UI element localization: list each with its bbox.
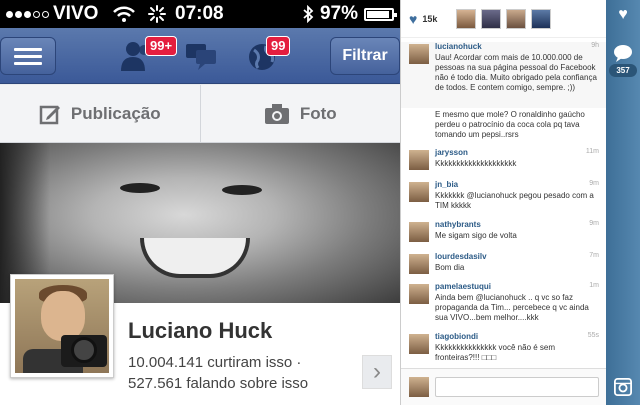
comment-avatar[interactable] xyxy=(409,334,429,354)
profile-stats: 10.004.141 curtiram isso · 527.561 falan… xyxy=(128,352,308,394)
instagram-icon[interactable] xyxy=(613,378,633,396)
wifi-icon xyxy=(113,6,136,22)
photo-button[interactable]: Foto xyxy=(199,85,401,142)
comment-item: pamelaestuqui 1m Ainda bem @lucianohuck … xyxy=(401,282,607,330)
comment-time: 9m xyxy=(589,180,599,187)
comment-user[interactable]: pamelaestuqui xyxy=(435,282,491,291)
comment-avatar[interactable] xyxy=(409,150,429,170)
battery-area: 97% xyxy=(302,3,397,25)
comment-text: Kkkkkkkkkkkkkkk você não é sem fronteira… xyxy=(435,343,556,362)
comment-text: Bom dia xyxy=(435,263,465,272)
facebook-navbar: 99+ 99 Filtrar xyxy=(0,28,400,84)
battery-percent: 97% xyxy=(319,3,358,24)
publish-button[interactable]: Publicação xyxy=(0,85,200,142)
comment-input[interactable] xyxy=(435,377,599,397)
comment-user[interactable]: nathybrants xyxy=(435,220,481,229)
comment-user[interactable]: tiagobiondi xyxy=(435,332,478,341)
liker-avatar[interactable] xyxy=(456,8,477,29)
comment-text: Me sigam sigo de volta xyxy=(435,231,517,240)
comment-time: 9m xyxy=(589,220,599,227)
comment-user[interactable]: lourdesdasilv xyxy=(435,252,487,261)
comment-composer xyxy=(401,368,607,405)
likes-count: 10.004.141 curtiram isso · xyxy=(128,354,302,371)
side-strip: ♥ 357 xyxy=(606,0,640,405)
comment-avatar[interactable] xyxy=(409,182,429,202)
friend-requests-badge: 99+ xyxy=(145,36,178,56)
liker-avatar[interactable] xyxy=(481,8,502,29)
comment-avatar[interactable] xyxy=(409,254,429,274)
comments-list: lucianohuck 9h Uau! Acordar com mais de … xyxy=(401,40,607,368)
facebook-screen: VIVO 07:08 97% 99+ 99 Filtrar Publicação… xyxy=(0,0,400,405)
camera-icon xyxy=(264,103,289,124)
bluetooth-icon xyxy=(303,5,314,23)
comment-item: lourdesdasilv 7m Bom dia xyxy=(401,252,607,282)
comment-text: Uau! Acordar com mais de 10.000.000 de p… xyxy=(435,53,597,92)
comment-avatar[interactable] xyxy=(409,44,429,64)
comment-item: nathybrants 9m Me sigam sigo de volta xyxy=(401,220,607,250)
filter-button[interactable]: Filtrar xyxy=(330,37,400,75)
liker-avatar[interactable] xyxy=(506,8,527,29)
comment-time: 9h xyxy=(591,42,599,49)
menu-button[interactable] xyxy=(0,37,56,75)
messages-icon[interactable] xyxy=(184,40,218,72)
comment-text: Kkkkkkk @lucianohuck pegou pesado com a … xyxy=(435,191,594,210)
action-bar: Publicação Foto xyxy=(0,85,400,143)
notifications-badge: 99 xyxy=(266,36,291,56)
talking-count: 527.561 falando sobre isso xyxy=(128,375,309,392)
comment-item: jn_bia 9m Kkkkkkk @lucianohuck pegou pes… xyxy=(401,180,607,218)
profile-picture[interactable] xyxy=(10,274,114,378)
comment-user[interactable]: lucianohuck xyxy=(435,42,482,51)
signal-icon xyxy=(6,10,49,18)
profile-name: Luciano Huck xyxy=(128,318,273,343)
own-avatar xyxy=(409,377,429,397)
carrier-name: VIVO xyxy=(53,3,99,24)
heart-icon[interactable]: ♥ xyxy=(613,6,633,24)
heart-icon[interactable]: ♥ xyxy=(409,11,417,27)
comment-user[interactable]: jn_bia xyxy=(435,180,458,189)
comment-time: 55s xyxy=(587,332,599,339)
comment-avatar[interactable] xyxy=(409,284,429,304)
comments-count-badge: 357 xyxy=(609,64,637,77)
carrier: VIVO xyxy=(6,3,167,25)
battery-icon xyxy=(364,7,397,21)
comment-time: 1m xyxy=(589,282,599,289)
comment-item: jarysson 11m Kkkkkkkkkkkkkkkkkkkk xyxy=(401,148,607,178)
comment-item: tiagobiondi 55s Kkkkkkkkkkkkkkk você não… xyxy=(401,332,607,368)
comment-item: E mesmo que mole? O ronaldinho gaúcho pe… xyxy=(401,106,607,142)
comment-time: 11m xyxy=(585,148,599,155)
publish-label: Publicação xyxy=(70,103,161,123)
comment-text: Ainda bem @lucianohuck .. q vc so faz pr… xyxy=(435,293,589,322)
comment-text: E mesmo que mole? O ronaldinho gaúcho pe… xyxy=(435,110,585,139)
edit-icon xyxy=(39,105,60,124)
comment-avatar[interactable] xyxy=(409,222,429,242)
likes-count-label: 15k xyxy=(422,13,438,24)
comment-time: 7m xyxy=(589,252,599,259)
status-bar: VIVO 07:08 97% xyxy=(0,0,400,28)
comment-text: Kkkkkkkkkkkkkkkkkkkk xyxy=(435,159,517,168)
clock: 07:08 xyxy=(175,3,224,24)
comment-user[interactable]: jarysson xyxy=(435,148,468,157)
likes-row: ♥ 15k xyxy=(401,0,607,38)
chevron-right-icon[interactable]: › xyxy=(362,355,392,389)
liker-avatar[interactable] xyxy=(531,8,552,29)
loading-icon xyxy=(148,5,167,23)
comment-icon[interactable] xyxy=(613,44,633,62)
comment-item: lucianohuck 9h Uau! Acordar com mais de … xyxy=(401,42,607,108)
photo-label: Foto xyxy=(299,103,337,123)
comments-panel: ♥ 15k lucianohuck 9h Uau! Acordar com ma… xyxy=(400,0,607,405)
